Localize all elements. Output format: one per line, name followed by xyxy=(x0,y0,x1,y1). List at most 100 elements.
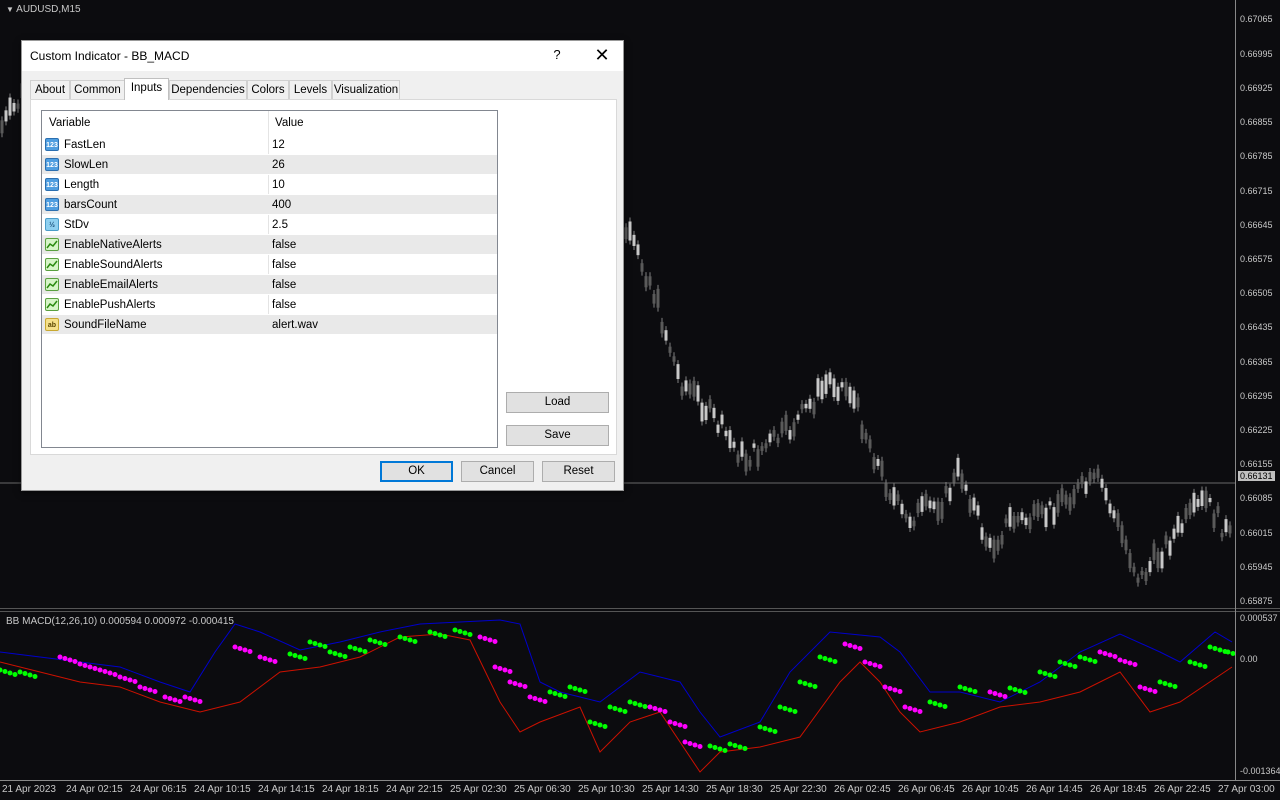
ok-button[interactable]: OK xyxy=(380,461,453,482)
variable-value[interactable]: 26 xyxy=(272,159,285,171)
bullish-dot xyxy=(427,629,433,635)
load-button[interactable]: Load xyxy=(506,392,609,413)
variable-value[interactable]: false xyxy=(272,259,296,271)
bearish-dot xyxy=(1112,654,1118,659)
tab-visualization[interactable]: Visualization xyxy=(332,80,400,99)
candle-body xyxy=(4,110,8,122)
candle-body xyxy=(644,276,648,288)
variable-value[interactable]: 10 xyxy=(272,179,285,191)
price-tick-label: 0.67065 xyxy=(1240,14,1273,24)
variable-value[interactable]: 12 xyxy=(272,139,285,151)
grid-row-slowlen[interactable]: 123 SlowLen 26 xyxy=(42,155,497,175)
column-header-value[interactable]: Value xyxy=(275,117,304,129)
help-icon[interactable]: ? xyxy=(548,46,566,64)
bearish-dot xyxy=(682,724,688,729)
time-tick-label: 25 Apr 02:30 xyxy=(450,784,507,795)
tab-dependencies[interactable]: Dependencies xyxy=(169,80,247,99)
price-tick-label: 0.66575 xyxy=(1240,254,1273,264)
variable-value[interactable]: alert.wav xyxy=(272,319,318,331)
variable-name: EnableNativeAlerts xyxy=(64,239,162,251)
bullish-dot xyxy=(1062,661,1068,666)
bearish-dot xyxy=(142,686,148,691)
inputs-grid[interactable]: Variable Value 123 FastLen 12 123 SlowLen 26 1… xyxy=(41,110,498,448)
bullish-dot xyxy=(1225,649,1231,655)
bullish-dot xyxy=(382,642,388,647)
candle-body xyxy=(864,432,868,440)
price-tick-label: 0.66225 xyxy=(1240,425,1273,435)
candle-body xyxy=(1140,571,1144,576)
bullish-dot xyxy=(967,687,973,693)
cancel-button[interactable]: Cancel xyxy=(461,461,534,482)
price-tick-label: 0.66855 xyxy=(1240,117,1273,127)
candle-body xyxy=(1000,535,1004,545)
candle-body xyxy=(892,487,896,506)
grid-row-enableemailalerts[interactable]: EnableEmailAlerts false xyxy=(42,275,497,295)
price-tick-label: 0.66015 xyxy=(1240,528,1273,538)
bullish-dot xyxy=(712,745,718,750)
close-icon[interactable]: ✕ xyxy=(592,45,612,65)
grid-row-enablesoundalerts[interactable]: EnableSoundAlerts false xyxy=(42,255,497,275)
indicator-window[interactable] xyxy=(0,612,1235,780)
bullish-dot xyxy=(337,652,343,658)
bearish-dot xyxy=(522,684,528,689)
grid-row-barscount[interactable]: 123 barsCount 400 xyxy=(42,195,497,215)
bearish-dot xyxy=(482,636,488,641)
candle-body xyxy=(1112,510,1116,519)
grid-row-stdv[interactable]: ½ StDv 2.5 xyxy=(42,215,497,235)
time-axis[interactable]: 21 Apr 2023 24 Apr 02:15 24 Apr 06:15 24 Ap… xyxy=(0,780,1280,800)
candle-body xyxy=(956,457,960,477)
bullish-dot xyxy=(1007,685,1013,691)
variable-value[interactable]: false xyxy=(272,299,296,311)
reset-button[interactable]: Reset xyxy=(542,461,615,482)
bullish-dot xyxy=(397,634,403,640)
tab-inputs[interactable]: Inputs xyxy=(124,78,169,100)
bullish-dot xyxy=(1202,664,1208,669)
save-button[interactable]: Save xyxy=(506,425,609,446)
bullish-dot xyxy=(367,637,373,643)
grid-row-fastlen[interactable]: 123 FastLen 12 xyxy=(42,135,497,155)
column-header-variable[interactable]: Variable xyxy=(49,117,90,129)
candle-body xyxy=(1068,497,1072,511)
bearish-dot xyxy=(172,697,178,703)
bool-type-icon xyxy=(45,258,59,271)
variable-value[interactable]: 2.5 xyxy=(272,219,288,231)
candle-body xyxy=(1008,507,1012,527)
grid-row-enablepushalerts[interactable]: EnablePushAlerts false xyxy=(42,295,497,315)
bullish-dot xyxy=(627,699,633,705)
bearish-dot xyxy=(1097,649,1103,655)
bullish-dot xyxy=(372,639,378,644)
bearish-dot xyxy=(857,646,863,651)
candle-body xyxy=(948,487,952,502)
bearish-dot xyxy=(1147,687,1153,693)
candle-body xyxy=(1088,471,1092,482)
variable-value[interactable]: 400 xyxy=(272,199,291,211)
candle-body xyxy=(1124,539,1128,551)
bearish-dot xyxy=(657,707,663,713)
variable-value[interactable]: false xyxy=(272,239,296,251)
candle-body xyxy=(916,502,920,514)
candle-body xyxy=(1052,507,1056,525)
candle-body xyxy=(828,372,832,385)
tab-about[interactable]: About xyxy=(30,80,70,99)
chart-menu-arrow-icon[interactable]: ▼ xyxy=(6,5,14,14)
candle-body xyxy=(1184,507,1188,520)
tab-common[interactable]: Common xyxy=(70,80,125,99)
variable-value[interactable]: false xyxy=(272,279,296,291)
price-axis[interactable]: 0.67065 0.66995 0.66925 0.66855 0.66785 0.667… xyxy=(1235,0,1280,780)
dialog-titlebar[interactable]: Custom Indicator - BB_MACD ? ✕ xyxy=(22,41,623,71)
bullish-dot xyxy=(462,630,468,636)
candle-body xyxy=(904,513,908,519)
grid-row-length[interactable]: 123 Length 10 xyxy=(42,175,497,195)
bool-type-icon xyxy=(45,238,59,251)
candle-body xyxy=(1012,515,1016,529)
candle-body xyxy=(836,386,840,401)
grid-row-enablenativealerts[interactable]: EnableNativeAlerts false xyxy=(42,235,497,255)
bullish-dot xyxy=(622,709,628,714)
candle-body xyxy=(812,401,816,415)
bearish-dot xyxy=(147,687,153,693)
tab-colors[interactable]: Colors xyxy=(247,80,289,99)
bearish-dot xyxy=(167,696,173,701)
grid-row-soundfilename[interactable]: ab SoundFileName alert.wav xyxy=(42,315,497,335)
tab-levels[interactable]: Levels xyxy=(289,80,332,99)
bearish-dot xyxy=(687,741,693,746)
